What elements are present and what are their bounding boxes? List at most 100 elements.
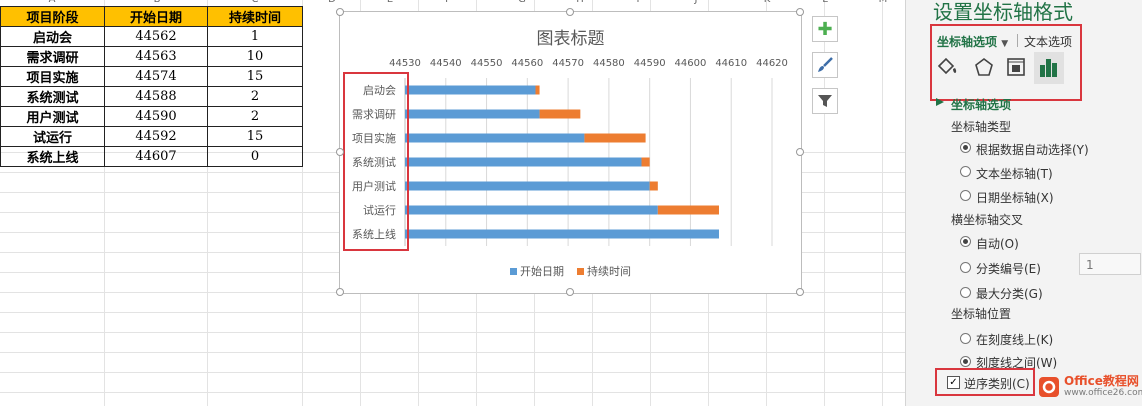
section-axis-options[interactable]: 坐标轴选项 — [951, 96, 1011, 113]
col-header-e[interactable]: E — [383, 0, 397, 8]
radio-cross-auto[interactable] — [960, 236, 971, 247]
x-tick-label: 44540 — [430, 58, 462, 69]
resize-handle[interactable] — [796, 288, 804, 296]
category-axis-highlight — [343, 72, 409, 251]
bar-start-date — [405, 85, 536, 95]
bar-duration — [641, 157, 650, 167]
cell-start[interactable]: 44562 — [104, 26, 208, 47]
position-label: 坐标轴位置 — [951, 307, 1012, 321]
col-header-l[interactable]: L — [818, 0, 832, 8]
chart-filters-button[interactable] — [812, 88, 838, 114]
bar-duration — [649, 181, 658, 191]
legend-label-duration: 持续时间 — [587, 265, 631, 278]
chart-styles-button[interactable] — [812, 52, 838, 78]
table-row: 启动会 44562 1 — [0, 26, 303, 47]
resize-handle[interactable] — [336, 8, 344, 16]
col-header-j[interactable]: J — [689, 0, 703, 8]
bar-chart-icon[interactable] — [1038, 55, 1060, 79]
size-properties-icon[interactable] — [1005, 56, 1027, 78]
cell-start[interactable]: 44563 — [104, 46, 208, 67]
legend-swatch-start — [510, 267, 517, 275]
cell-phase[interactable]: 项目实施 — [0, 66, 105, 87]
legend-swatch-duration — [577, 267, 584, 275]
table-row: 项目实施 44574 15 — [0, 66, 303, 87]
bar-start-date — [405, 229, 719, 239]
resize-handle[interactable] — [336, 288, 344, 296]
header-cell-phase[interactable]: 项目阶段 — [0, 6, 105, 27]
resize-handle[interactable] — [566, 288, 574, 296]
cell-phase[interactable]: 需求调研 — [0, 46, 105, 67]
cross-category-input[interactable]: 1 — [1079, 253, 1141, 275]
radio-on-tick-marks[interactable] — [960, 333, 971, 344]
cell-start[interactable]: 44588 — [104, 86, 208, 107]
resize-handle[interactable] — [566, 8, 574, 16]
x-tick-label: 44610 — [715, 58, 747, 69]
radio-text-axis[interactable] — [960, 166, 971, 177]
radio-cross-category-label: 分类编号(E) — [976, 262, 1041, 276]
col-header-g[interactable]: G — [515, 0, 529, 8]
radio-cross-category[interactable] — [960, 262, 971, 273]
legend-item-start[interactable]: 开始日期 — [510, 263, 564, 279]
watermark-brand: Office教程网 — [1064, 374, 1139, 388]
header-cell-start[interactable]: 开始日期 — [104, 6, 208, 27]
radio-date-axis[interactable] — [960, 190, 971, 201]
chevron-down-icon: ▼ — [1001, 39, 1009, 49]
radio-auto-select[interactable] — [960, 142, 971, 153]
x-tick-label: 44580 — [593, 58, 625, 69]
col-header-h[interactable]: H — [573, 0, 587, 8]
watermark-url: www.office26.com — [1064, 388, 1142, 398]
cell-duration[interactable]: 15 — [207, 66, 303, 87]
collapse-triangle-icon[interactable] — [936, 98, 945, 112]
filter-icon — [818, 95, 832, 107]
chart-plot-area[interactable]: 44530 44540 44550 44560 44570 44580 44590 44600… — [340, 12, 801, 293]
table-header-row: 项目阶段 开始日期 持续时间 — [0, 6, 303, 27]
x-tick-label: 44590 — [634, 58, 666, 69]
table-row: 系统上线 44607 0 — [0, 146, 303, 167]
resize-handle[interactable] — [796, 8, 804, 16]
col-header-i[interactable]: I — [631, 0, 645, 8]
cell-duration[interactable]: 0 — [207, 146, 303, 167]
resize-handle[interactable] — [796, 148, 804, 156]
col-header-k[interactable]: K — [760, 0, 774, 8]
cell-duration[interactable]: 15 — [207, 126, 303, 147]
radio-between-tick-marks[interactable] — [960, 356, 971, 367]
col-header-m[interactable]: M — [876, 0, 890, 8]
tab-text-options[interactable]: 文本选项 — [1024, 33, 1072, 50]
axis-type-label: 坐标轴类型 — [951, 120, 1012, 134]
cell-duration[interactable]: 2 — [207, 86, 303, 107]
cell-start[interactable]: 44590 — [104, 106, 208, 127]
bar-start-date — [405, 181, 650, 191]
cell-start[interactable]: 44607 — [104, 146, 208, 167]
cell-start[interactable]: 44592 — [104, 126, 208, 147]
cell-start[interactable]: 44574 — [104, 66, 208, 87]
cell-duration[interactable]: 10 — [207, 46, 303, 67]
bar-duration — [535, 85, 540, 95]
fill-line-icon[interactable] — [936, 56, 958, 78]
col-header-d[interactable]: D — [325, 0, 339, 8]
cell-phase[interactable]: 用户测试 — [0, 106, 105, 127]
effects-icon[interactable] — [973, 56, 995, 78]
bar-start-date — [405, 205, 658, 215]
radio-on-tick-marks-label: 在刻度线上(K) — [976, 333, 1054, 347]
table-row: 需求调研 44563 10 — [0, 46, 303, 67]
gantt-chart[interactable]: 图表标题 44530 44540 44550 44560 44570 44580 44590… — [336, 8, 804, 296]
chart-elements-button[interactable]: ✚ — [812, 16, 838, 42]
radio-cross-max[interactable] — [960, 287, 971, 298]
legend-item-duration[interactable]: 持续时间 — [577, 263, 631, 279]
cell-duration[interactable]: 2 — [207, 106, 303, 127]
cell-duration[interactable]: 1 — [207, 26, 303, 47]
cell-phase[interactable]: 系统上线 — [0, 146, 105, 167]
tab-axis-options[interactable]: 坐标轴选项 ▼ — [937, 33, 1008, 50]
worksheet[interactable]: A B C D E F G H I J K L M 项目阶段 开始日期 持续时间… — [0, 0, 905, 406]
cell-phase[interactable]: 启动会 — [0, 26, 105, 47]
resize-handle[interactable] — [336, 148, 344, 156]
cell-phase[interactable]: 系统测试 — [0, 86, 105, 107]
cell-phase[interactable]: 试运行 — [0, 126, 105, 147]
data-table: 项目阶段 开始日期 持续时间 启动会 44562 1 需求调研 44563 10… — [0, 6, 303, 167]
table-row: 试运行 44592 15 — [0, 126, 303, 147]
x-tick-label: 44570 — [552, 58, 584, 69]
legend-label-start: 开始日期 — [520, 265, 564, 278]
col-header-f[interactable]: F — [441, 0, 455, 8]
pane-title: 设置坐标轴格式 — [933, 0, 1073, 24]
header-cell-duration[interactable]: 持续时间 — [207, 6, 303, 27]
